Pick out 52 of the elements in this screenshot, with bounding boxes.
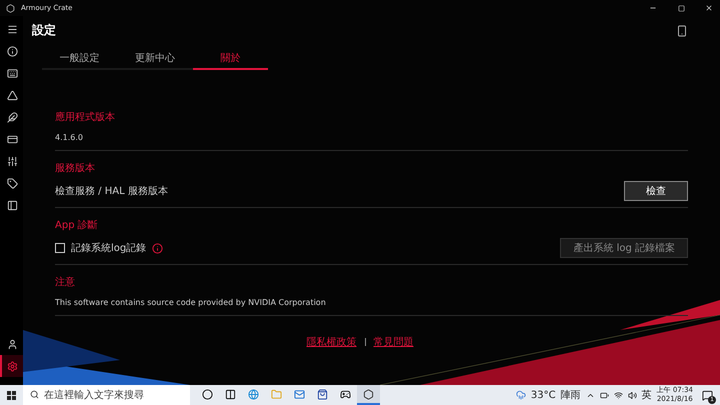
info-icon[interactable] [152,242,164,254]
section-heading: 應用程式版本 [55,110,116,124]
search-field[interactable]: 在這裡輸入文字來搜尋 [23,385,190,405]
check-button[interactable]: 檢查 [624,181,688,201]
windows-logo-icon [7,390,16,400]
app-logo-icon [6,4,15,12]
checkbox[interactable] [55,243,65,253]
card-icon [7,134,18,144]
keyboard-icon [7,68,18,78]
sliders-icon [7,156,18,166]
weather-icon [516,390,526,400]
footer-link[interactable]: 隱私權政策 [306,335,356,349]
section-heading: 注意 [55,276,76,289]
section-value: 4.1.6.0 [55,132,83,142]
info-icon [7,46,18,56]
task-view-icon [225,388,236,400]
triangle-icon [7,90,18,100]
globe-icon [248,388,259,400]
section-value: This software contains source code provided by NVIDIA Corporation [55,298,326,306]
mail-icon [294,388,305,400]
battery-icon[interactable] [600,390,609,400]
tag-icon [7,178,18,188]
volume-icon[interactable] [628,390,637,400]
close-icon [705,4,713,12]
network-icon[interactable] [614,390,623,400]
checkbox-label: 記錄系統log記錄 [71,242,146,255]
search-icon [30,390,39,399]
feather-icon [7,112,18,122]
user-icon [7,338,18,350]
section-heading: App 診斷 [55,218,99,232]
temperature: 33°C [530,390,556,400]
folder-icon [271,388,282,400]
weather-text: 陣雨 [560,388,581,402]
input-language[interactable]: 英 [642,388,652,402]
bag-icon [317,388,328,400]
panel-icon [7,200,18,210]
taskbar-app-button[interactable] [357,385,380,405]
phone-icon[interactable] [676,24,688,36]
gamepad-icon [340,388,351,400]
menu-icon [7,24,18,34]
tab[interactable]: 關於 [192,51,268,70]
tab[interactable]: 一般設定 [42,51,118,70]
footer-link[interactable]: 常見問題 [374,335,414,349]
hexagon-icon [363,388,374,400]
section-value: 檢查服務 / HAL 服務版本 [55,184,168,198]
page-title: 設定 [32,22,56,39]
circle-icon [202,388,213,400]
maximize-icon [678,4,684,12]
section-heading: 服務版本 [55,162,96,175]
tab[interactable]: 更新中心 [117,51,193,70]
settings-button[interactable] [0,355,23,377]
settings-icon [7,360,18,372]
